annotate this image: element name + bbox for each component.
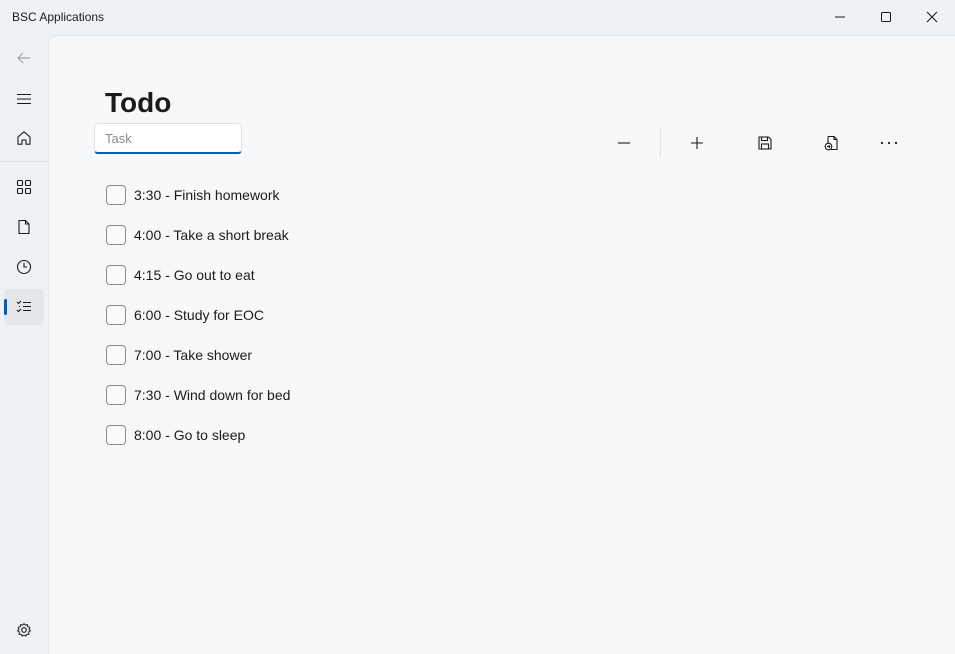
add-task-button[interactable] (679, 127, 715, 159)
hamburger-menu-icon (17, 93, 31, 105)
todo-checkbox[interactable] (106, 345, 126, 365)
nav-item-home[interactable] (4, 120, 44, 156)
selection-indicator (4, 299, 7, 315)
nav-item-apps[interactable] (4, 169, 44, 205)
back-arrow-icon (17, 52, 30, 64)
todo-checkbox[interactable] (106, 305, 126, 325)
todo-item: 7:00 - Take shower (106, 335, 290, 375)
todo-text: 4:15 - Go out to eat (134, 267, 255, 283)
close-icon (926, 11, 938, 22)
task-input[interactable] (94, 123, 242, 154)
todo-text: 7:00 - Take shower (134, 347, 253, 363)
save-button[interactable] (747, 127, 783, 159)
todo-checkbox[interactable] (106, 265, 126, 285)
plus-icon (691, 137, 703, 149)
more-icon (880, 141, 898, 145)
todo-text: 4:00 - Take a short break (134, 227, 289, 243)
todo-checkbox[interactable] (106, 425, 126, 445)
minimize-button[interactable] (817, 0, 863, 33)
app-title: BSC Applications (12, 10, 105, 24)
todo-checkbox[interactable] (106, 385, 126, 405)
maximize-button[interactable] (863, 0, 909, 33)
todo-item: 8:00 - Go to sleep (106, 415, 290, 455)
menu-toggle-button[interactable] (4, 81, 44, 117)
page-title: Todo (105, 87, 172, 118)
clock-icon (16, 259, 32, 275)
todo-text: 7:30 - Wind down for bed (134, 387, 291, 403)
minimize-icon (835, 16, 845, 17)
nav-item-history[interactable] (4, 249, 44, 285)
todo-item: 6:00 - Study for EOC (106, 295, 290, 335)
todo-item: 3:30 - Finish homework (106, 175, 290, 215)
todo-checkbox[interactable] (106, 185, 126, 205)
todo-item: 4:15 - Go out to eat (106, 255, 290, 295)
open-file-icon (824, 135, 838, 151)
open-file-button[interactable] (814, 127, 850, 159)
gear-icon (17, 623, 31, 637)
todo-text: 6:00 - Study for EOC (134, 307, 264, 323)
todo-item: 7:30 - Wind down for bed (106, 375, 290, 415)
back-button[interactable] (4, 40, 44, 76)
nav-divider (0, 161, 48, 162)
content-area: Todo 3:30 - Finish homework 4 (48, 35, 955, 654)
remove-task-button[interactable] (606, 127, 642, 159)
nav-item-documents[interactable] (4, 209, 44, 245)
todo-text: 3:30 - Finish homework (134, 187, 280, 203)
nav-item-todo[interactable] (4, 289, 44, 325)
maximize-icon (881, 11, 891, 22)
todo-text: 8:00 - Go to sleep (134, 427, 246, 443)
navigation-pane (0, 34, 48, 654)
minus-icon (618, 142, 630, 144)
title-bar: BSC Applications (0, 0, 955, 34)
home-icon (17, 131, 31, 145)
todo-item: 4:00 - Take a short break (106, 215, 290, 255)
todo-checkbox[interactable] (106, 225, 126, 245)
close-button[interactable] (909, 0, 955, 33)
checklist-icon (16, 300, 31, 313)
command-separator (660, 127, 661, 158)
document-icon (18, 219, 30, 235)
more-options-button[interactable] (871, 127, 907, 159)
todo-list: 3:30 - Finish homework 4:00 - Take a sho… (106, 175, 290, 455)
nav-item-settings[interactable] (4, 612, 44, 648)
apps-grid-icon (16, 179, 32, 195)
save-icon (758, 136, 772, 150)
